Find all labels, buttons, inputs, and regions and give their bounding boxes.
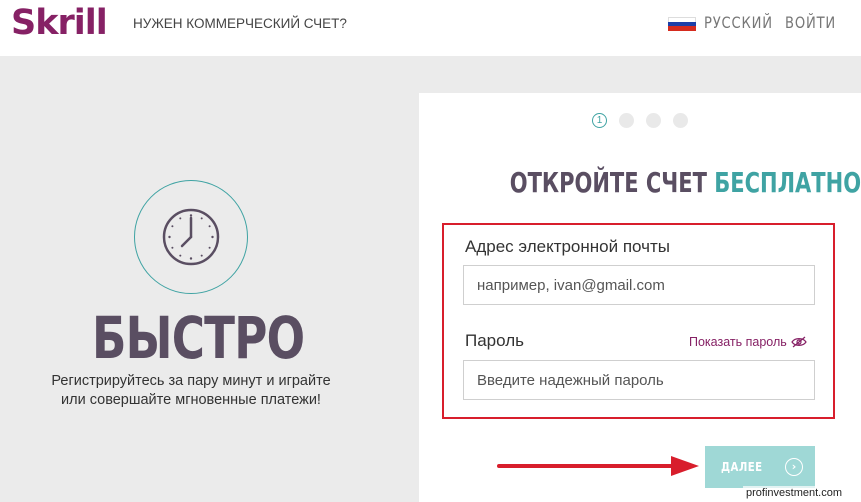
form-title-part2: БЕСПЛАТНО	[714, 166, 861, 199]
language-selector[interactable]: РУССКИЙ	[704, 13, 773, 33]
promo-title: БЫСТРО	[91, 304, 305, 372]
form-title-part1: ОТКРОЙТЕ СЧЕТ	[509, 166, 707, 199]
step-3	[646, 113, 661, 128]
step-1: 1	[592, 113, 607, 128]
watermark: profinvestment.com	[743, 486, 845, 500]
next-button-label: ДАЛЕЕ	[721, 460, 763, 474]
top-header: Skrill НУЖЕН КОММЕРЧЕСКИЙ СЧЕТ? РУССКИЙ …	[0, 0, 861, 56]
show-password-label: Показать пароль	[689, 335, 787, 349]
next-button[interactable]: ДАЛЕЕ ›	[705, 446, 815, 488]
form-title: ОТКРОЙТЕ СЧЕТ БЕСПЛАТНО	[509, 163, 861, 203]
email-field[interactable]	[463, 265, 815, 305]
login-link[interactable]: ВОЙТИ	[785, 13, 836, 33]
step-2	[619, 113, 634, 128]
clock-badge	[134, 180, 248, 294]
eye-slash-icon	[791, 336, 807, 348]
business-account-link[interactable]: НУЖЕН КОММЕРЧЕСКИЙ СЧЕТ?	[133, 16, 347, 32]
clock-icon	[162, 208, 220, 266]
show-password-toggle[interactable]: Показать пароль	[689, 334, 807, 350]
step-indicator: 1	[592, 113, 688, 128]
annotation-arrow	[497, 456, 699, 476]
skrill-logo[interactable]: Skrill	[11, 2, 108, 44]
russian-flag-icon[interactable]	[668, 17, 696, 31]
step-4	[673, 113, 688, 128]
password-label: Пароль	[465, 331, 524, 350]
arrow-right-icon: ›	[785, 458, 803, 476]
password-field[interactable]	[463, 360, 815, 400]
email-label: Адрес электронной почты	[465, 237, 670, 256]
promo-description: Регистрируйтесь за пару минут и играйте …	[51, 373, 331, 408]
